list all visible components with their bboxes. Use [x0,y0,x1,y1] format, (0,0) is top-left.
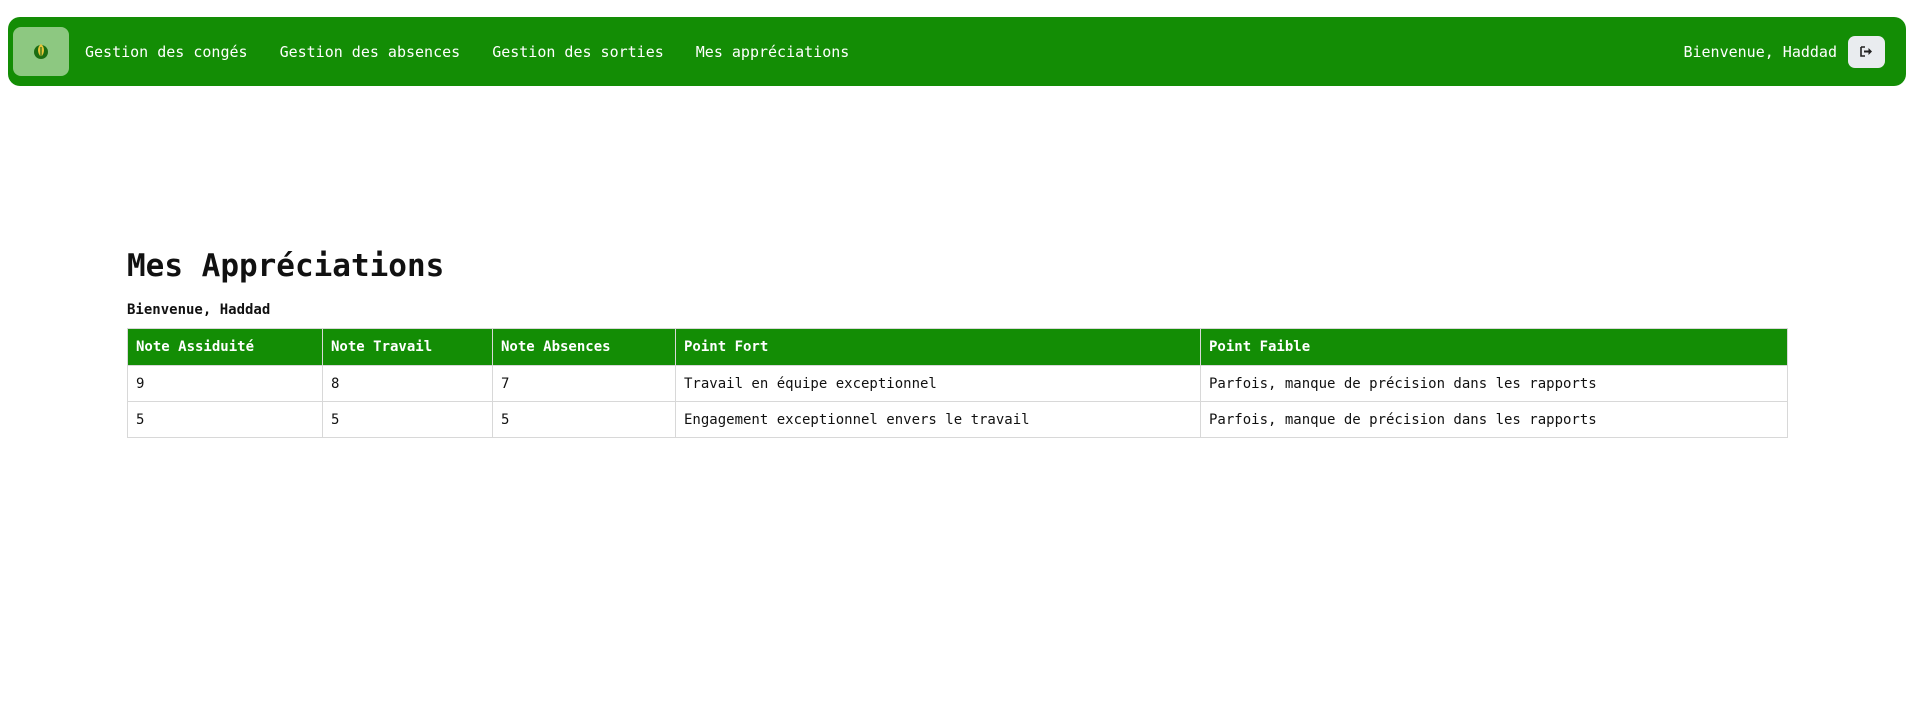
cell-note-travail: 5 [322,401,493,438]
main-content: Mes Appréciations Bienvenue, Haddad Note… [127,247,1788,438]
appreciations-table: Note Assiduité Note Travail Note Absence… [127,328,1788,438]
user-area: Bienvenue, Haddad [1683,17,1885,86]
brand-logo-button[interactable] [13,27,69,76]
nav-link-sorties[interactable]: Gestion des sorties [492,43,664,61]
cell-point-faible: Parfois, manque de précision dans les ra… [1200,401,1788,438]
cell-note-absences: 5 [492,401,676,438]
cell-note-assiduite: 9 [127,365,323,402]
sign-out-icon [1860,46,1872,57]
nav-links: Gestion des congés Gestion des absences … [85,17,881,86]
cell-note-absences: 7 [492,365,676,402]
nav-link-appreciations[interactable]: Mes appréciations [696,43,850,61]
cell-point-fort: Engagement exceptionnel envers le travai… [675,401,1201,438]
logout-button[interactable] [1848,35,1885,68]
table-row: 5 5 5 Engagement exceptionnel envers le … [127,401,1788,438]
nav-link-absences[interactable]: Gestion des absences [280,43,461,61]
column-header-note-absences: Note Absences [492,328,676,366]
cell-note-travail: 8 [322,365,493,402]
column-header-point-fort: Point Fort [675,328,1201,366]
cell-point-fort: Travail en équipe exceptionnel [675,365,1201,402]
cell-note-assiduite: 5 [127,401,323,438]
nav-link-conges[interactable]: Gestion des congés [85,43,248,61]
welcome-subtitle: Bienvenue, Haddad [127,302,271,318]
column-header-note-travail: Note Travail [322,328,493,366]
top-navbar: Gestion des congés Gestion des absences … [8,17,1906,86]
column-header-point-faible: Point Faible [1200,328,1788,366]
leaf-logo-icon [34,44,48,59]
navbar-welcome-text: Bienvenue, Haddad [1683,42,1837,61]
table-header-row: Note Assiduité Note Travail Note Absence… [127,328,1788,366]
page-title: Mes Appréciations [127,248,445,284]
column-header-note-assiduite: Note Assiduité [127,328,323,366]
cell-point-faible: Parfois, manque de précision dans les ra… [1200,365,1788,402]
table-row: 9 8 7 Travail en équipe exceptionnel Par… [127,365,1788,402]
